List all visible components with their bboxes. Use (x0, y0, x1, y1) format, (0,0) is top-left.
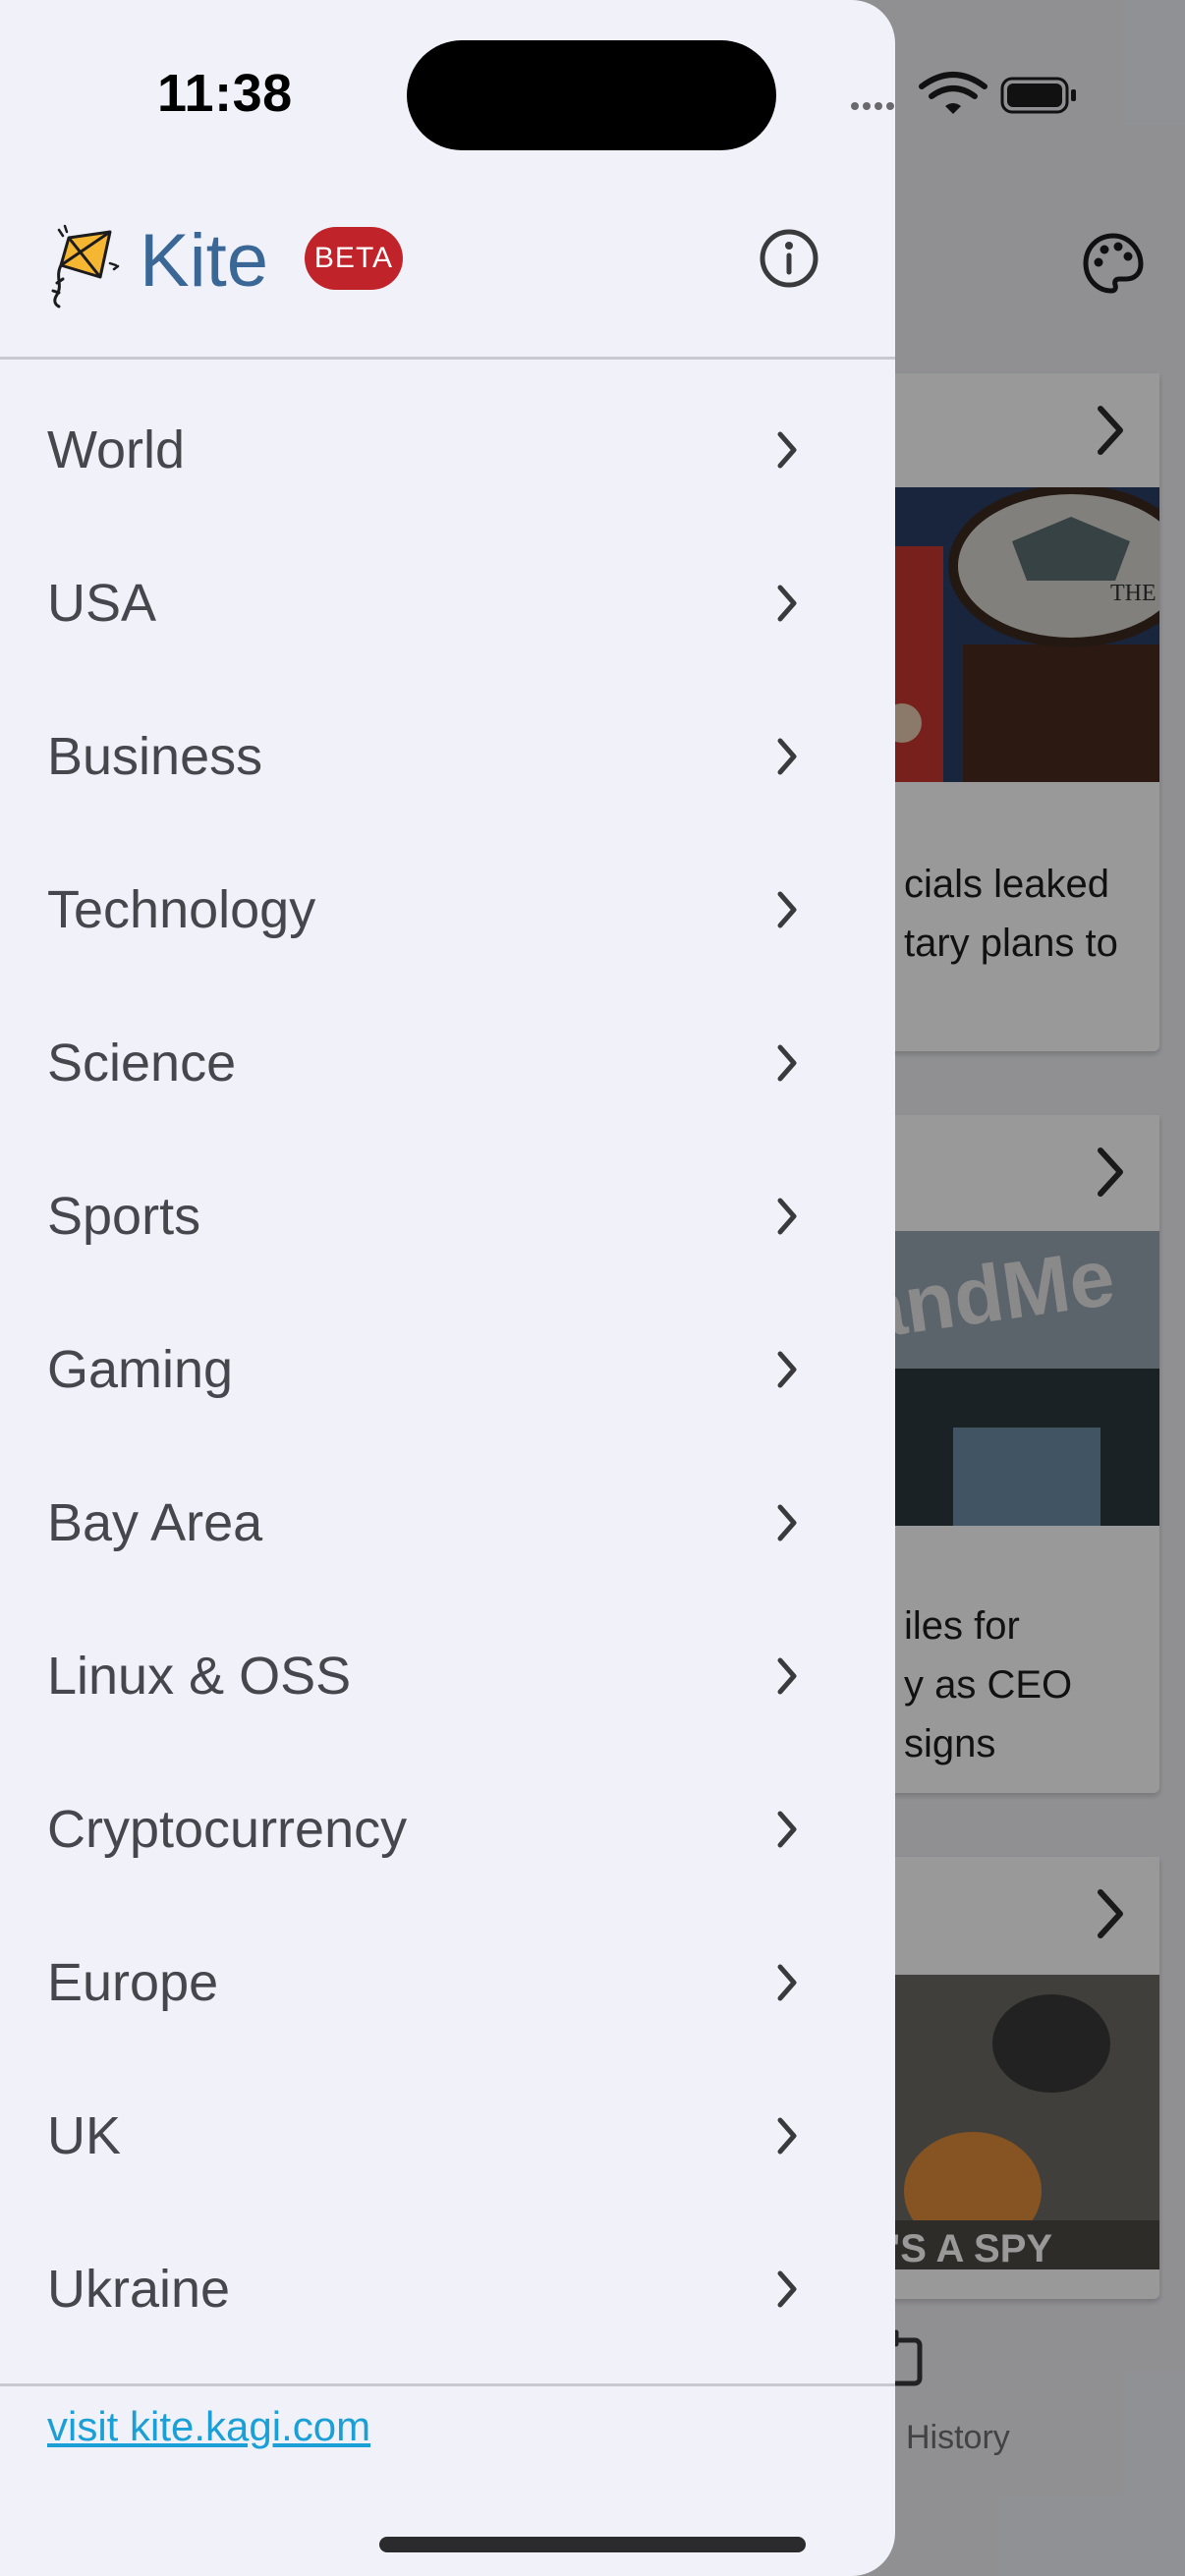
chevron-right-icon (777, 1198, 797, 1235)
chevron-right-icon (777, 1964, 797, 2001)
menu-item-label: UK (47, 2106, 122, 2165)
menu-item-gaming[interactable]: Gaming (0, 1293, 895, 1446)
chevron-right-icon (777, 431, 797, 469)
menu-item-label: Business (47, 727, 263, 786)
wifi-icon (919, 72, 988, 114)
chevron-right-icon (777, 1504, 797, 1541)
menu-item-label: Bay Area (47, 1493, 263, 1552)
menu-item-sports[interactable]: Sports (0, 1140, 895, 1293)
navigation-drawer: Kite BETA World USA Business Technology … (0, 0, 895, 2576)
menu-item-label: Linux & OSS (47, 1647, 352, 1706)
chevron-right-icon (777, 891, 797, 928)
info-icon[interactable] (757, 226, 821, 291)
menu-item-label: Technology (47, 880, 316, 939)
menu-item-linux-oss[interactable]: Linux & OSS (0, 1599, 895, 1753)
chevron-right-icon (777, 738, 797, 775)
brand-name: Kite (140, 219, 268, 303)
menu-item-ukraine[interactable]: Ukraine (0, 2212, 895, 2366)
menu-item-bay-area[interactable]: Bay Area (0, 1446, 895, 1599)
menu-item-uk[interactable]: UK (0, 2059, 895, 2212)
menu-item-technology[interactable]: Technology (0, 833, 895, 986)
status-time: 11:38 (157, 64, 293, 123)
menu-item-cryptocurrency[interactable]: Cryptocurrency (0, 1753, 895, 1906)
header-divider (0, 357, 895, 360)
battery-icon (1000, 77, 1076, 114)
chevron-right-icon (777, 1811, 797, 1848)
beta-badge: BETA (305, 227, 403, 290)
footer-divider (0, 2383, 895, 2386)
kite-icon (51, 224, 120, 308)
chevron-right-icon (777, 1351, 797, 1388)
chevron-right-icon (777, 1657, 797, 1695)
status-icons (851, 72, 1076, 114)
menu-item-europe[interactable]: Europe (0, 1906, 895, 2059)
chevron-right-icon (777, 585, 797, 622)
chevron-right-icon (777, 2117, 797, 2155)
menu-item-label: Europe (47, 1953, 219, 2012)
menu-item-label: Sports (47, 1187, 201, 1246)
menu-item-label: Cryptocurrency (47, 1800, 408, 1859)
menu-item-world[interactable]: World (0, 373, 895, 527)
drawer-header: Kite BETA (0, 196, 895, 359)
menu-item-label: USA (47, 574, 157, 633)
menu-item-usa[interactable]: USA (0, 527, 895, 680)
menu-item-business[interactable]: Business (0, 680, 895, 833)
home-indicator (379, 2537, 806, 2552)
visit-site-link[interactable]: visit kite.kagi.com (47, 2403, 370, 2450)
menu-item-label: Gaming (47, 1340, 234, 1399)
chevron-right-icon (777, 1044, 797, 1082)
menu-item-label: Science (47, 1034, 237, 1092)
menu-item-science[interactable]: Science (0, 986, 895, 1140)
cellular-signal-icon (851, 102, 894, 110)
dynamic-island (407, 40, 776, 150)
menu-item-label: Ukraine (47, 2260, 231, 2319)
chevron-right-icon (777, 2270, 797, 2308)
menu-item-label: World (47, 420, 186, 479)
category-list: World USA Business Technology Science Sp… (0, 373, 895, 2366)
